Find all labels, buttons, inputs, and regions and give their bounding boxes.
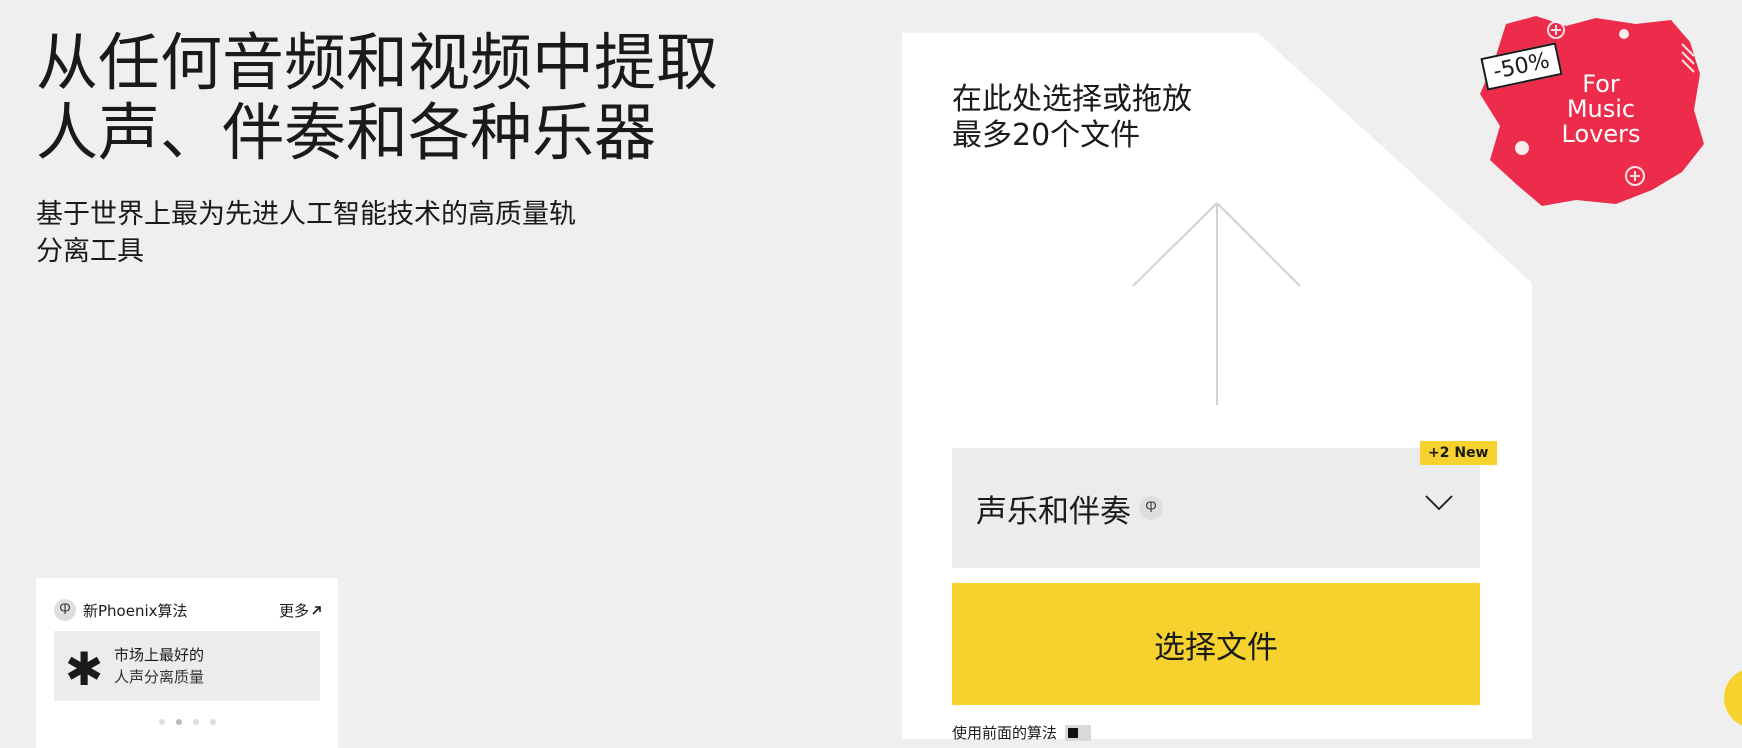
separation-type-dropdown[interactable]: 声乐和伴奏 Ⴔ (952, 448, 1480, 568)
select-files-button[interactable]: 选择文件 (952, 583, 1480, 705)
drop-line2: 最多20个文件 (952, 118, 1141, 153)
chevron-down-icon (1425, 495, 1453, 511)
phoenix-logo-icon: Ⴔ (1139, 496, 1163, 520)
new-badge: +2 New (1420, 441, 1497, 465)
separation-type-label: 声乐和伴奏 (976, 493, 1131, 530)
previous-algorithm-toggle[interactable] (1065, 724, 1092, 741)
drop-instructions: 在此处选择或拖放 最多20个文件 (952, 82, 1192, 154)
previous-algorithm-label: 使用前面的算法 (952, 724, 1058, 742)
promo-text: For Music Lovers (1556, 72, 1646, 147)
promo-line1: For (1582, 70, 1620, 98)
previous-algorithm-option[interactable]: 使用前面的算法 (952, 722, 1092, 743)
promo-line3: Lovers (1561, 120, 1641, 148)
promo-line2: Music (1566, 95, 1636, 123)
drop-line1: 在此处选择或拖放 (952, 82, 1192, 117)
